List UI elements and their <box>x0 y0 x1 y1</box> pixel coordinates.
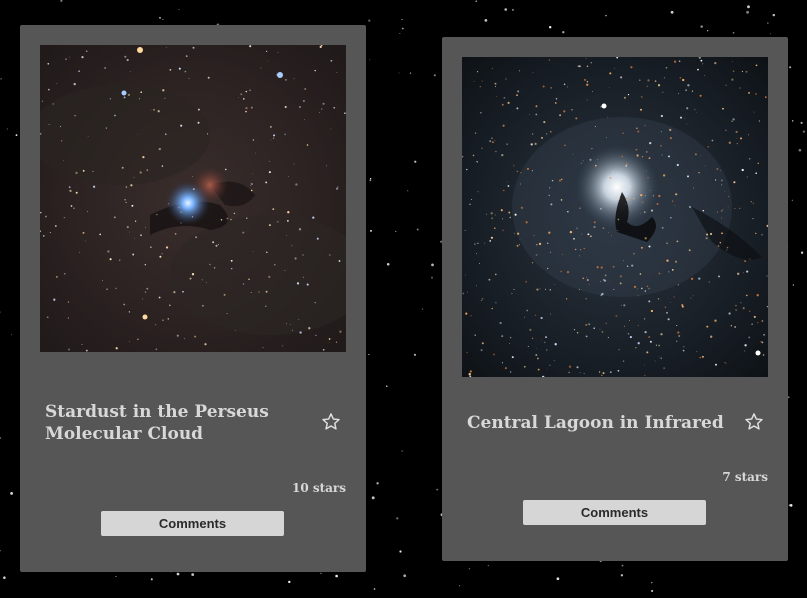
star-outline-icon[interactable] <box>320 411 342 433</box>
card-title: Central Lagoon in Infrared <box>467 413 724 433</box>
card-title: Stardust in the Perseus Molecular Cloud <box>45 402 269 444</box>
nebula-photo <box>462 57 768 377</box>
image-card: Central Lagoon in Infrared 7 stars Comme… <box>442 37 788 561</box>
comments-button[interactable]: Comments <box>101 511 284 536</box>
image-card: Stardust in the Perseus Molecular Cloud … <box>20 25 366 572</box>
stars-count: 7 stars <box>722 470 768 484</box>
star-outline-icon[interactable] <box>743 411 765 433</box>
comments-button[interactable]: Comments <box>523 500 706 525</box>
nebula-photo <box>40 45 346 352</box>
stars-count: 10 stars <box>291 481 346 495</box>
